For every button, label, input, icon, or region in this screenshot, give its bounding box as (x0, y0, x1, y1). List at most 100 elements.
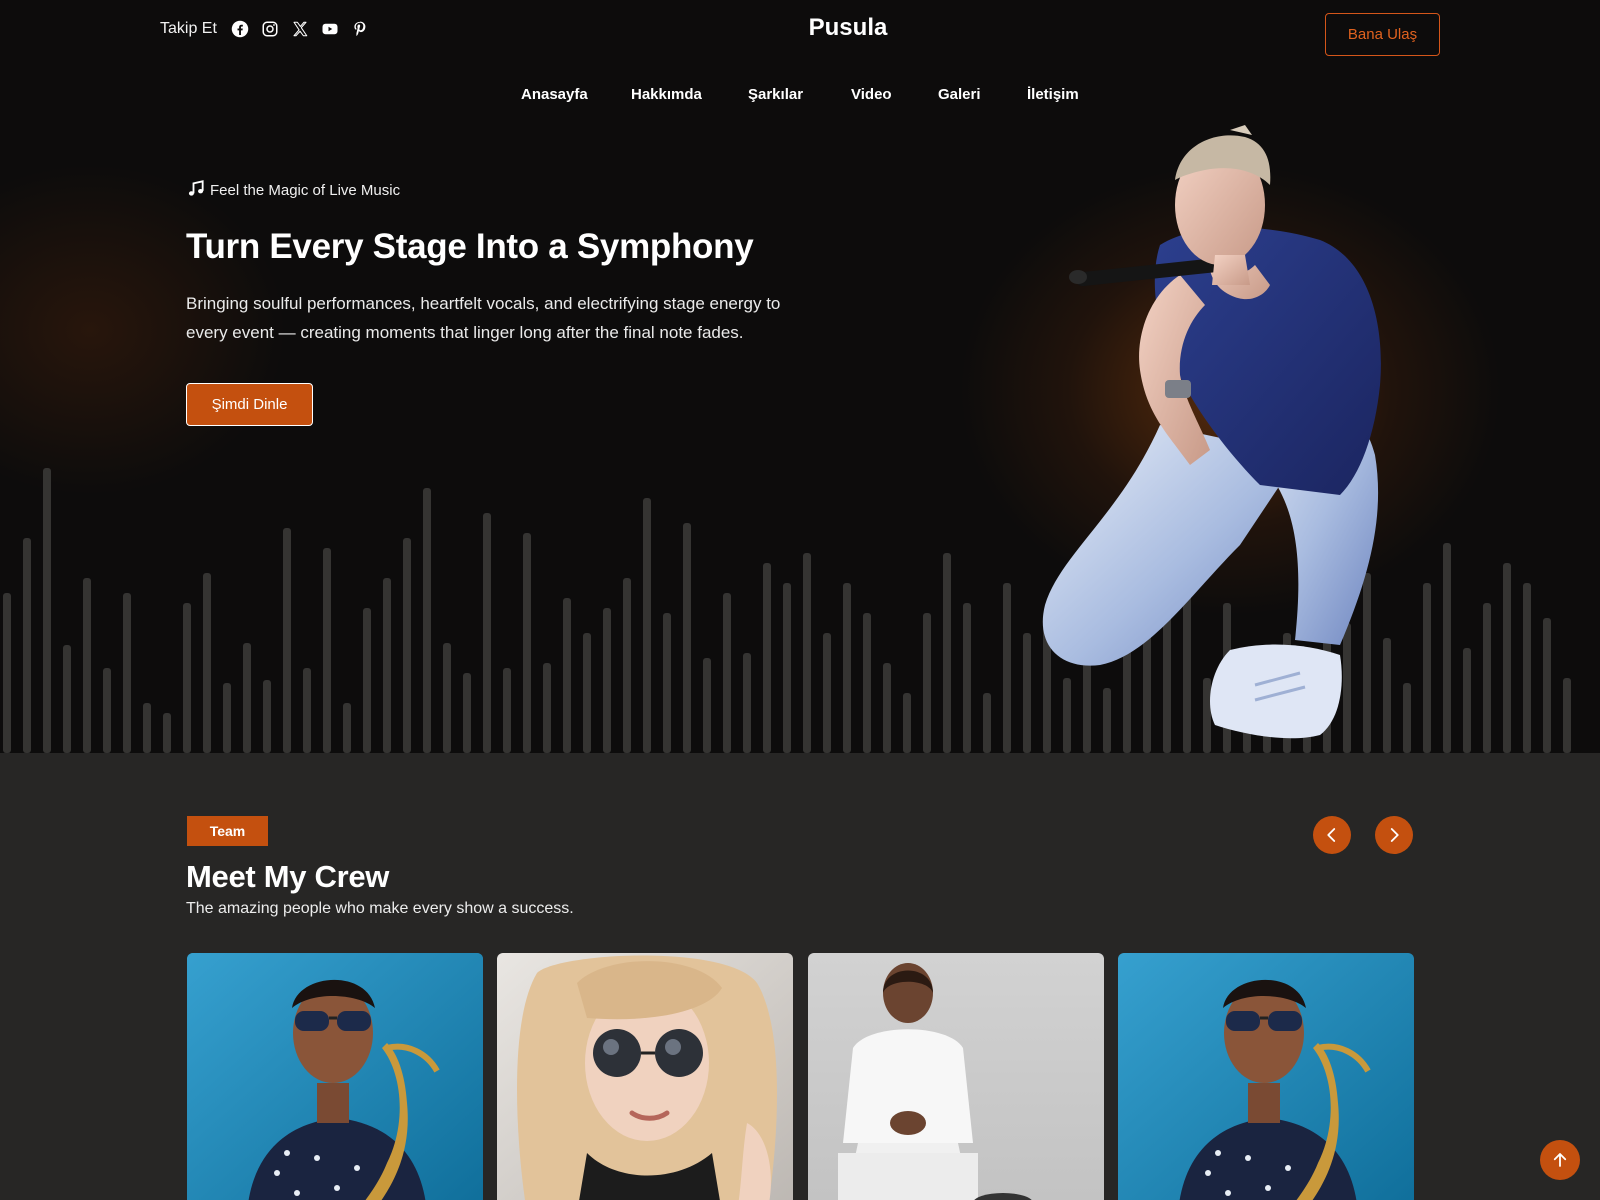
equalizer-bar (663, 613, 671, 753)
equalizer-bar (583, 633, 591, 753)
equalizer-bar (483, 513, 491, 753)
equalizer-bar (263, 680, 271, 753)
nav-item-about[interactable]: Hakkımda (631, 86, 702, 103)
equalizer-bar (563, 598, 571, 753)
equalizer-bar (83, 578, 91, 753)
equalizer-bar (1563, 678, 1571, 753)
equalizer-bar (863, 613, 871, 753)
contact-button[interactable]: Bana Ulaş (1325, 13, 1440, 56)
equalizer-bar (1443, 543, 1451, 753)
equalizer-bar (703, 658, 711, 753)
equalizer-bar (63, 645, 71, 753)
equalizer-bar (43, 468, 51, 753)
equalizer-bar (1463, 648, 1471, 753)
arrow-up-icon (1553, 1153, 1567, 1167)
equalizer-bar (1483, 603, 1491, 753)
follow-label: Takip Et (160, 20, 217, 37)
equalizer-bar (763, 563, 771, 753)
crew-card[interactable] (1118, 953, 1414, 1200)
equalizer-bar (963, 603, 971, 753)
nav-item-gallery[interactable]: Galeri (938, 86, 981, 103)
carousel-prev-button[interactable] (1313, 816, 1351, 854)
singer-image (1042, 125, 1381, 739)
main-nav: Anasayfa Hakkımda Şarkılar Video Galeri … (0, 86, 1600, 110)
equalizer-bar (643, 498, 651, 753)
social-follow: Takip Et (160, 20, 369, 38)
equalizer-bar (883, 663, 891, 753)
equalizer-bar (323, 548, 331, 753)
crew-card[interactable] (187, 953, 483, 1200)
equalizer-bar (203, 573, 211, 753)
hero-title: Turn Every Stage Into a Symphony (186, 227, 754, 266)
hero-tagline: Feel the Magic of Live Music (186, 178, 806, 202)
crew-photo-man-in-white (808, 953, 1104, 1200)
equalizer-bar (723, 593, 731, 753)
crew-card[interactable] (497, 953, 793, 1200)
youtube-icon[interactable] (321, 20, 339, 38)
equalizer-bar (163, 713, 171, 753)
hero-content: Feel the Magic of Live Music Turn Every … (186, 178, 806, 426)
equalizer-bar (623, 578, 631, 753)
equalizer-bar (223, 683, 231, 753)
equalizer-bar (903, 693, 911, 753)
equalizer-bar (123, 593, 131, 753)
equalizer-bar (943, 553, 951, 753)
nav-item-home[interactable]: Anasayfa (521, 86, 588, 103)
pinterest-icon[interactable] (351, 20, 369, 38)
equalizer-bar (1543, 618, 1551, 753)
top-bar: Takip Et Pusula Bana Ulaş (0, 0, 1600, 70)
equalizer-bar (683, 523, 691, 753)
brand-logo[interactable]: Pusula (780, 14, 916, 42)
equalizer-bar (363, 608, 371, 753)
carousel-next-button[interactable] (1375, 816, 1413, 854)
equalizer-bar (303, 668, 311, 753)
equalizer-bar (783, 583, 791, 753)
equalizer-bar (843, 583, 851, 753)
equalizer-bar (743, 653, 751, 753)
team-title: Meet My Crew (186, 859, 390, 894)
tagline-text: Feel the Magic of Live Music (210, 181, 401, 199)
team-subtitle: The amazing people who make every show a… (186, 900, 574, 917)
equalizer-bar (983, 693, 991, 753)
crew-photo-blonde-woman (497, 953, 793, 1200)
equalizer-bar (103, 668, 111, 753)
equalizer-bar (443, 643, 451, 753)
team-section: Team Meet My Crew The amazing people who… (0, 753, 1600, 1200)
listen-now-button[interactable]: Şimdi Dinle (186, 382, 313, 426)
nav-item-contact[interactable]: İletişim (1027, 86, 1079, 103)
scroll-to-top-button[interactable] (1540, 1140, 1580, 1180)
equalizer-bar (143, 703, 151, 753)
nav-item-video[interactable]: Video (851, 86, 892, 103)
equalizer-bar (1523, 583, 1531, 753)
equalizer-bar (243, 643, 251, 753)
equalizer-bar (423, 488, 431, 753)
equalizer-bar (383, 578, 391, 753)
music-note-icon (186, 178, 206, 202)
equalizer-bar (403, 538, 411, 753)
equalizer-bar (3, 593, 11, 753)
team-badge: Team (187, 816, 268, 846)
facebook-icon[interactable] (231, 20, 249, 38)
equalizer-bar (183, 603, 191, 753)
equalizer-bar (603, 608, 611, 753)
crew-photo-saxophonist (187, 953, 483, 1200)
equalizer-bar (283, 528, 291, 753)
equalizer-bar (343, 703, 351, 753)
chevron-right-icon (1390, 828, 1399, 842)
instagram-icon[interactable] (261, 20, 279, 38)
hero-description: Bringing soulful performances, heartfelt… (186, 293, 781, 342)
equalizer-bar (1503, 563, 1511, 753)
crew-card[interactable] (808, 953, 1104, 1200)
equalizer-bar (463, 673, 471, 753)
crew-photo-saxophonist (1118, 953, 1414, 1200)
equalizer-bar (23, 538, 31, 753)
hero-section: Takip Et Pusula Bana Ulaş Anasayfa Hakkı… (0, 0, 1600, 753)
x-icon[interactable] (291, 20, 309, 38)
equalizer-bar (923, 613, 931, 753)
equalizer-bar (543, 663, 551, 753)
nav-item-songs[interactable]: Şarkılar (748, 86, 803, 103)
equalizer-bar (1003, 583, 1011, 753)
equalizer-bar (803, 553, 811, 753)
equalizer-bar (1023, 633, 1031, 753)
equalizer-bar (523, 533, 531, 753)
